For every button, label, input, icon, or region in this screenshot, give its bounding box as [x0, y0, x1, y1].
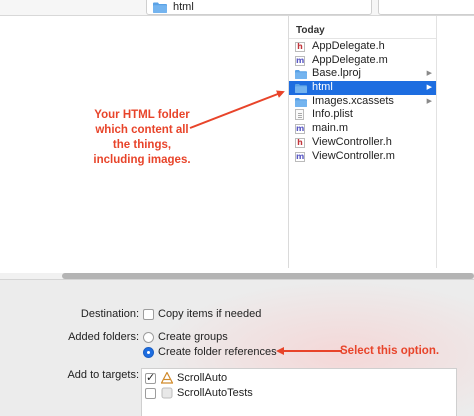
folder-icon [295, 70, 307, 80]
file-name: main.m [312, 122, 349, 135]
create-folder-references-label[interactable]: Create folder references [158, 346, 277, 358]
file-row-html[interactable]: html ▶ [289, 81, 436, 95]
file-row-info-plist[interactable]: Info.plist [289, 108, 436, 122]
file-name: Base.lproj [312, 67, 361, 80]
destination-label: Destination: [80, 308, 139, 320]
source-file-icon: m [295, 151, 305, 162]
file-row-base-lproj[interactable]: Base.lproj ▶ [289, 67, 436, 81]
disclosure-arrow-icon: ▶ [426, 84, 432, 92]
file-row-viewcontroller-h[interactable]: h ViewController.h [289, 136, 436, 150]
file-name: AppDelegate.m [312, 53, 388, 66]
file-name: AppDelegate.h [312, 40, 385, 52]
plist-file-icon [295, 109, 304, 121]
folder-icon [295, 84, 307, 94]
create-groups-label[interactable]: Create groups [158, 331, 228, 343]
target-row[interactable]: ScrollAuto [142, 371, 458, 386]
copy-items-checkbox[interactable] [143, 309, 154, 320]
file-list: h AppDelegate.h m AppDelegate.m Base.lproj ▶ h… [289, 40, 436, 163]
file-row-viewcontroller-m[interactable]: m ViewController.m [289, 150, 436, 164]
disclosure-arrow-icon: ▶ [426, 97, 432, 105]
annotation-line: which content all [95, 124, 189, 136]
annotation-line: the things, [112, 139, 172, 151]
folder-icon [295, 97, 307, 107]
annotation-line: Your HTML folder [94, 109, 190, 121]
target-label: ScrollAuto [177, 372, 228, 384]
added-folders-label: Added folders: [68, 331, 139, 343]
target-checkbox[interactable] [145, 388, 156, 399]
file-row-main-m[interactable]: m main.m [289, 122, 436, 136]
folder-icon [153, 2, 167, 16]
test-target-icon [161, 387, 173, 402]
file-name: ViewController.h [312, 135, 392, 148]
file-row-appdelegate-h[interactable]: h AppDelegate.h [289, 40, 436, 54]
folder-annotation: Your HTML folder which content all the t… [72, 108, 212, 168]
add-to-targets-label: Add to targets: [67, 369, 139, 381]
file-row-images-xcassets[interactable]: Images.xcassets ▶ [289, 95, 436, 109]
file-name: Images.xcassets [312, 94, 394, 107]
option-annotation: Select this option. [340, 345, 440, 357]
annotation-line: including images. [93, 154, 191, 166]
search-field[interactable] [378, 0, 474, 15]
header-file-icon: h [295, 42, 305, 52]
app-target-icon [160, 371, 174, 387]
header-file-icon: h [295, 137, 305, 148]
file-row-appdelegate-m[interactable]: m AppDelegate.m [289, 54, 436, 68]
file-name: Info.plist [312, 108, 353, 121]
folder-path-popup[interactable]: html [146, 0, 372, 15]
copy-items-label[interactable]: Copy items if needed [158, 308, 261, 320]
file-name: html [312, 81, 333, 94]
source-file-icon: m [295, 124, 305, 135]
create-groups-radio[interactable] [143, 332, 154, 343]
target-row[interactable]: ScrollAutoTests [142, 386, 458, 401]
current-folder-label: html [173, 1, 194, 13]
create-folder-references-radio[interactable] [143, 347, 154, 358]
file-name: ViewController.m [312, 149, 395, 162]
target-label: ScrollAutoTests [177, 387, 253, 399]
disclosure-arrow-icon: ▶ [426, 70, 432, 78]
targets-list: ScrollAuto ScrollAutoTests [141, 368, 457, 416]
source-file-icon: m [295, 55, 305, 66]
path-bar: html [0, 0, 474, 16]
column-header: Today [289, 22, 436, 39]
target-checkbox[interactable] [145, 371, 156, 384]
column-divider[interactable] [436, 16, 437, 268]
